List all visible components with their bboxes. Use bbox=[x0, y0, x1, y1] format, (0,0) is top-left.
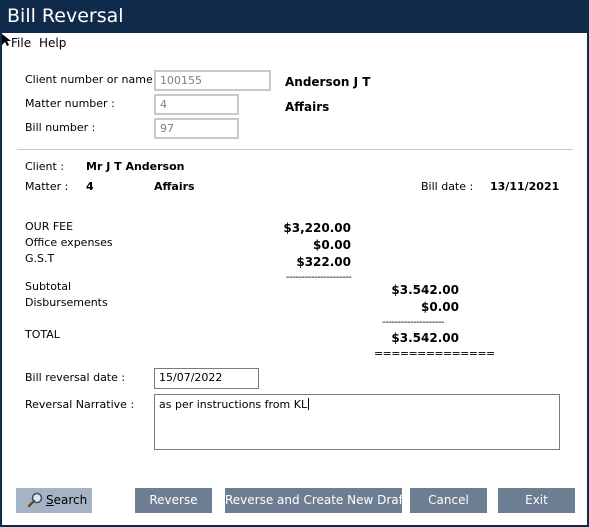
reversal-date-label: Bill reversal date : bbox=[25, 371, 126, 384]
section-divider bbox=[17, 149, 573, 150]
matter-label: Matter : bbox=[25, 180, 69, 193]
title-bar: Bill Reversal bbox=[0, 0, 589, 33]
reverse-button[interactable]: Reverse bbox=[135, 488, 212, 513]
magnifier-icon bbox=[27, 492, 43, 508]
total-value: $3.542.00 bbox=[391, 331, 459, 345]
window-title: Bill Reversal bbox=[7, 5, 124, 27]
window-client: File Help Client number or name : 100155… bbox=[2, 33, 587, 525]
subtotal-label: Subtotal bbox=[25, 280, 72, 293]
matter-name-display: Affairs bbox=[285, 100, 330, 114]
menu-bar: File Help bbox=[2, 33, 587, 53]
client-number-input[interactable]: 100155 bbox=[154, 70, 271, 91]
reversal-narrative-label: Reversal Narrative : bbox=[25, 398, 135, 411]
separator-fees: --------------------- bbox=[286, 272, 352, 283]
bill-number-input[interactable]: 97 bbox=[154, 118, 239, 139]
client-value: Mr J T Anderson bbox=[86, 160, 185, 173]
search-label-accesskey: S bbox=[46, 493, 54, 507]
disbursements-value: $0.00 bbox=[421, 300, 459, 314]
reversal-date-input[interactable]: 15/07/2022 bbox=[154, 368, 259, 389]
client-name-display: Anderson J T bbox=[285, 75, 371, 89]
menu-file[interactable]: File bbox=[11, 35, 31, 51]
client-number-label: Client number or name : bbox=[25, 73, 160, 86]
separator-total: ============== bbox=[374, 347, 495, 360]
office-expenses-label: Office expenses bbox=[25, 236, 113, 249]
search-button[interactable]: Search bbox=[16, 488, 92, 513]
our-fee-value: $3,220.00 bbox=[283, 221, 351, 235]
client-label: Client : bbox=[25, 160, 65, 173]
text-caret bbox=[308, 398, 310, 410]
reversal-narrative-textarea[interactable]: as per instructions from KL bbox=[154, 394, 560, 450]
gst-value: $322.00 bbox=[296, 255, 351, 269]
bill-date-label: Bill date : bbox=[421, 180, 474, 193]
reverse-create-draft-button[interactable]: Reverse and Create New Draft Bill bbox=[225, 488, 429, 513]
reversal-narrative-text: as per instructions from KL bbox=[159, 398, 308, 411]
menu-help[interactable]: Help bbox=[39, 35, 66, 51]
separator-subtotal: -------------------- bbox=[382, 317, 445, 328]
disbursements-label: Disbursements bbox=[25, 296, 108, 309]
bill-number-label: Bill number : bbox=[25, 121, 96, 134]
matter-number-label: Matter number : bbox=[25, 97, 115, 110]
cancel-button[interactable]: Cancel bbox=[410, 488, 487, 513]
search-label: earch bbox=[53, 493, 88, 507]
our-fee-label: OUR FEE bbox=[25, 220, 74, 233]
exit-button[interactable]: Exit bbox=[498, 488, 575, 513]
total-label: TOTAL bbox=[25, 328, 60, 341]
gst-label: G.S.T bbox=[25, 252, 55, 265]
subtotal-value: $3.542.00 bbox=[391, 283, 459, 297]
bill-date-value: 13/11/2021 bbox=[490, 180, 560, 193]
matter-number-input[interactable]: 4 bbox=[154, 94, 239, 115]
matter-number-value: 4 bbox=[86, 180, 94, 193]
matter-name-value: Affairs bbox=[154, 180, 195, 193]
office-expenses-value: $0.00 bbox=[313, 238, 351, 252]
